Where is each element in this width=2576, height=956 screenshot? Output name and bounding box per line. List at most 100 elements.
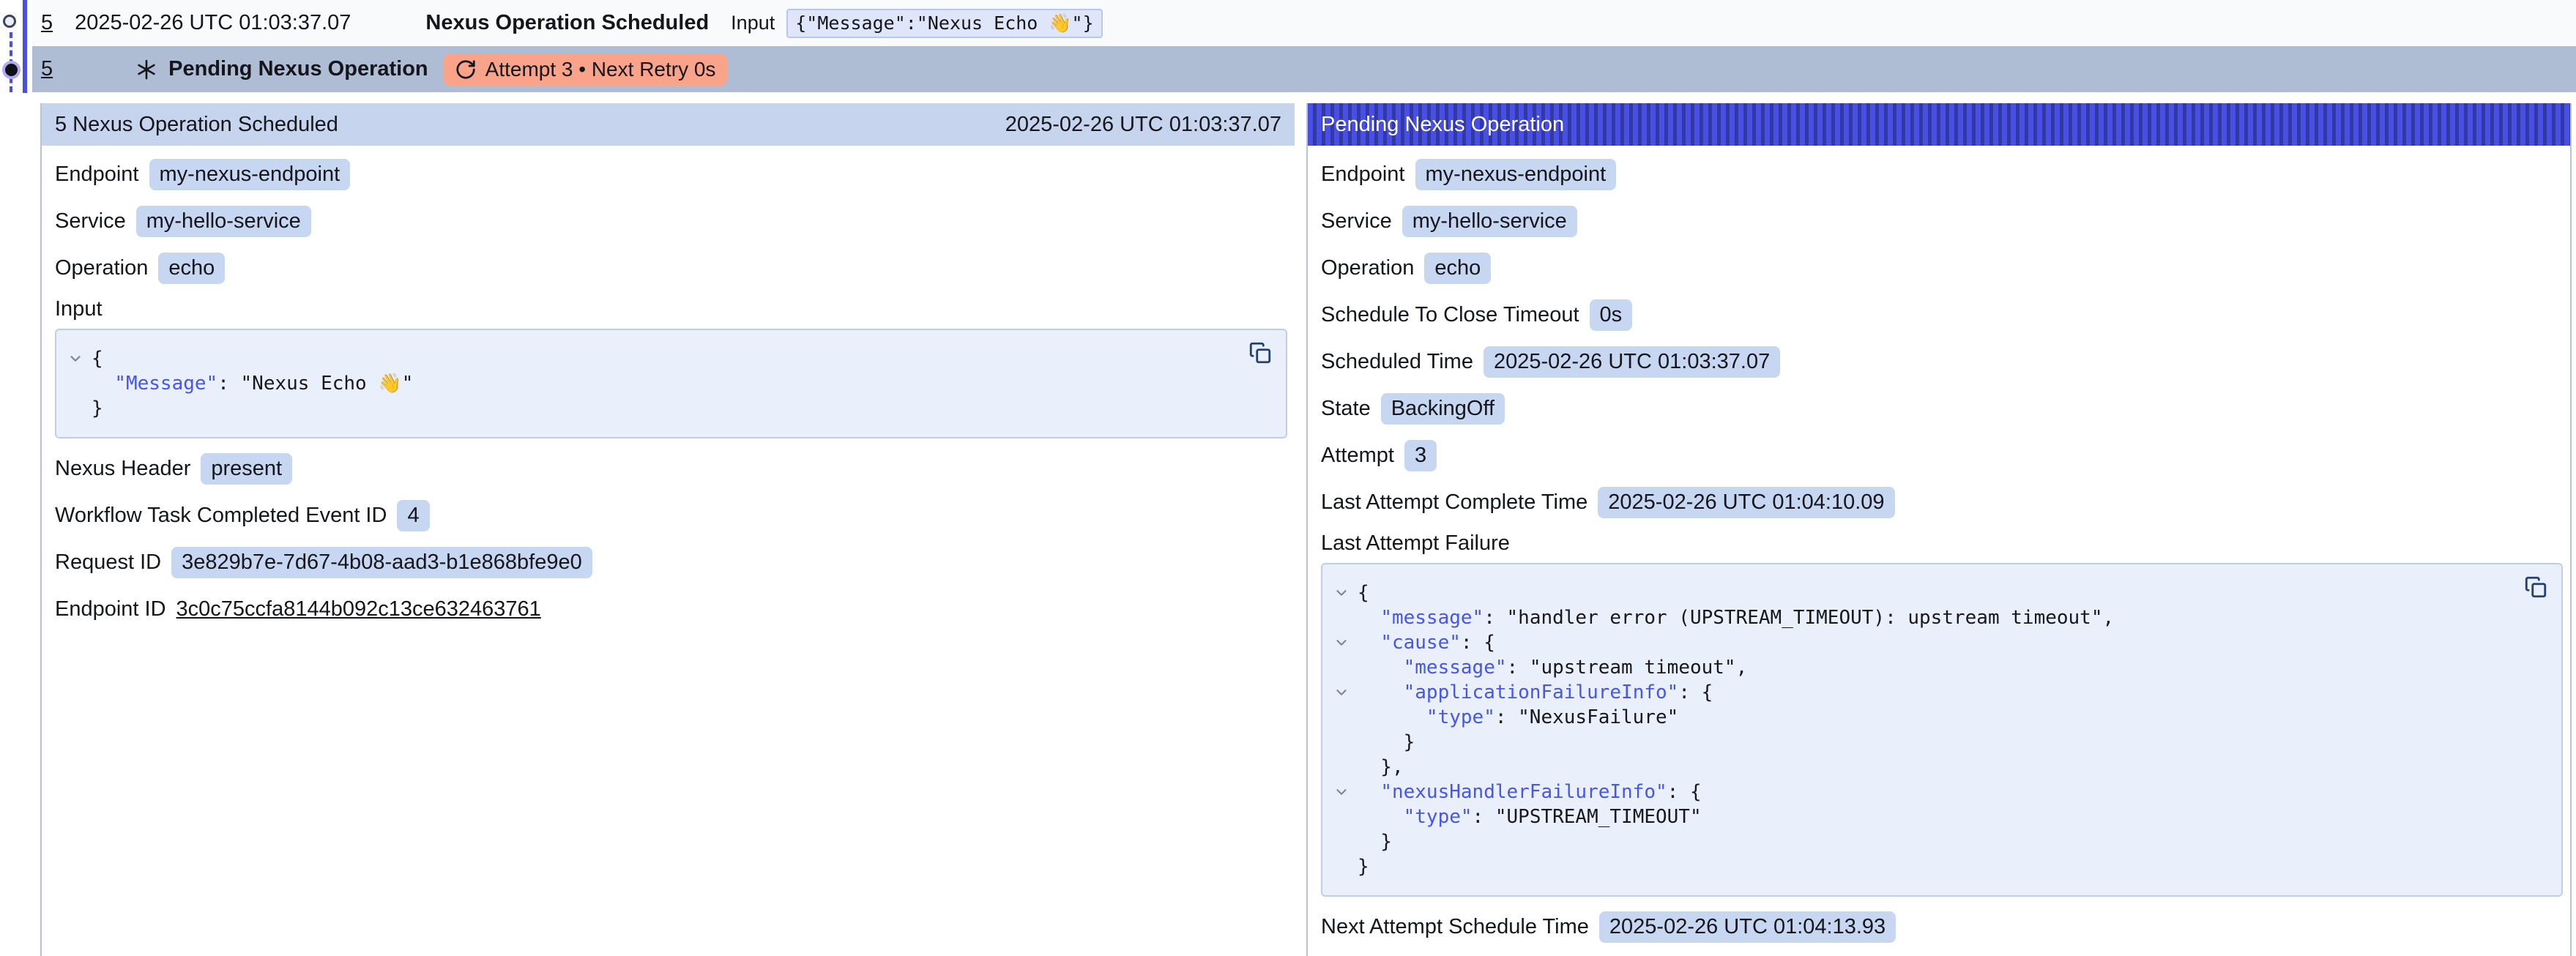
field-label: Service	[55, 209, 126, 234]
json-text: : {	[1667, 781, 1702, 803]
code-line: "Message": "Nexus Echo 👋"	[59, 371, 1235, 396]
json-text: }	[1358, 831, 1392, 853]
chevron-down-icon[interactable]	[1325, 680, 1358, 705]
code-line: "nexusHandlerFailureInfo": {	[1325, 780, 2510, 804]
field-state: State BackingOff	[1321, 392, 2563, 425]
chevron-down-icon[interactable]	[1325, 630, 1358, 655]
field-label: Nexus Header	[55, 457, 190, 481]
panel-nexus-operation-scheduled: 5 Nexus Operation Scheduled 2025-02-26 U…	[40, 103, 1295, 956]
json-text: : {	[1461, 632, 1495, 654]
code-line: }	[59, 396, 1235, 421]
retry-icon	[455, 59, 477, 81]
code-line: {	[59, 346, 1235, 371]
field-label: Operation	[1321, 256, 1414, 280]
field-nexus-header: Nexus Header present	[55, 452, 1287, 485]
event-row-pending[interactable]: 5 Pending Nexus Operation Attempt 3 • Ne…	[32, 46, 2576, 92]
gutter-spacer	[59, 371, 92, 396]
json-key: "cause"	[1380, 632, 1461, 654]
code-text: }	[1358, 829, 1392, 854]
field-label: Request ID	[55, 550, 161, 575]
code-text: {	[1358, 580, 1369, 605]
field-label: Last Attempt Complete Time	[1321, 490, 1587, 515]
timeline-active-bar	[23, 0, 27, 93]
field-value-badge: 4	[397, 500, 429, 531]
json-text: }	[92, 397, 103, 419]
copy-button[interactable]	[1248, 340, 1273, 365]
json-viewer: { "message": "handler error (UPSTREAM_TI…	[1321, 563, 2563, 897]
asterisk-icon	[135, 58, 158, 81]
code-line: "type": "NexusFailure"	[1325, 705, 2510, 730]
code-text: "message": "upstream timeout",	[1358, 655, 1747, 680]
field-label: Endpoint	[1321, 163, 1405, 187]
json-text: : "UPSTREAM_TIMEOUT"	[1473, 806, 1702, 828]
code-text: }	[1358, 730, 1415, 755]
code-text: {	[92, 346, 103, 371]
field-value-link[interactable]: 3c0c75ccfa8144b092c13ce632463761	[176, 597, 541, 621]
event-row-scheduled[interactable]: 5 2025-02-26 UTC 01:03:37.07 Nexus Opera…	[32, 0, 2576, 46]
copy-button[interactable]	[2523, 575, 2548, 600]
field-value-badge: my-hello-service	[136, 206, 311, 237]
json-key: "nexusHandlerFailureInfo"	[1380, 781, 1667, 803]
gutter-spacer	[1325, 655, 1358, 680]
event-id-link[interactable]: 5	[41, 11, 53, 35]
code-text: "message": "handler error (UPSTREAM_TIME…	[1358, 605, 2114, 630]
json-text: : "handler error (UPSTREAM_TIMEOUT): ups…	[1484, 607, 2114, 629]
code-text: "cause": {	[1358, 630, 1495, 655]
code-line: {	[1325, 580, 2510, 605]
panel-body: Endpointmy-nexus-endpoint Servicemy-hello…	[1308, 146, 2570, 944]
field-value-badge: BackingOff	[1381, 393, 1505, 425]
json-key: "applicationFailureInfo"	[1404, 681, 1679, 703]
code-line: }	[1325, 829, 2510, 854]
chevron-down-icon[interactable]	[1325, 580, 1358, 605]
code-text: "type": "NexusFailure"	[1358, 705, 1678, 730]
json-text: : "upstream timeout",	[1507, 657, 1748, 679]
code-text: }	[92, 396, 103, 421]
input-label: Input	[731, 12, 775, 34]
field-value-badge: my-hello-service	[1402, 206, 1577, 237]
field-request-id: Request ID 3e829b7e-7d67-4b08-aad3-b1e868…	[55, 545, 1287, 579]
field-value-badge: 2025-02-26 UTC 01:04:13.93	[1599, 911, 1896, 943]
field-service: Servicemy-hello-service	[1321, 204, 2563, 238]
code-line: }	[1325, 730, 2510, 755]
chevron-down-icon[interactable]	[1325, 780, 1358, 804]
code-text: "nexusHandlerFailureInfo": {	[1358, 780, 1702, 804]
field-endpoint: Endpointmy-nexus-endpoint	[1321, 157, 2563, 191]
json-key: "type"	[1404, 806, 1473, 828]
input-preview-chip: {"Message":"Nexus Echo 👋"}	[786, 9, 1102, 38]
field-endpoint-id: Endpoint ID3c0c75ccfa8144b092c13ce632463…	[55, 592, 1287, 626]
field-label: Endpoint	[55, 163, 139, 187]
panel-pending-nexus-operation: Pending Nexus Operation Endpointmy-nexus…	[1306, 103, 2572, 956]
json-text: : "Nexus Echo 👋"	[217, 373, 413, 395]
event-title: Nexus Operation Scheduled	[425, 11, 709, 35]
event-id-link[interactable]: 5	[41, 57, 53, 81]
code-line: "message": "handler error (UPSTREAM_TIME…	[1325, 605, 2510, 630]
field-label: Attempt	[1321, 444, 1394, 468]
code-text: "type": "UPSTREAM_TIMEOUT"	[1358, 804, 1702, 829]
json-text: },	[1358, 756, 1404, 778]
field-value-badge: my-nexus-endpoint	[149, 159, 351, 190]
code-line: "applicationFailureInfo": {	[1325, 680, 2510, 705]
field-value-badge: present	[201, 453, 292, 485]
field-label: Scheduled Time	[1321, 350, 1473, 374]
json-text	[1358, 681, 1404, 703]
panel-title: Pending Nexus Operation	[1321, 113, 1564, 137]
code-text: },	[1358, 755, 1404, 780]
field-value-badge: 3e829b7e-7d67-4b08-aad3-b1e868bfe9e0	[171, 547, 592, 578]
field-scheduled-time: Scheduled Time2025-02-26 UTC 01:03:37.07	[1321, 345, 2563, 378]
chevron-down-icon[interactable]	[59, 346, 92, 371]
event-title: Pending Nexus Operation	[168, 57, 428, 81]
code-line: },	[1325, 755, 2510, 780]
field-value-badge: 3	[1404, 440, 1437, 471]
field-endpoint: Endpoint my-nexus-endpoint	[55, 157, 1287, 191]
field-operation: Operationecho	[1321, 251, 2563, 285]
json-text	[1358, 632, 1380, 654]
field-label: State	[1321, 397, 1371, 421]
json-text: }	[1358, 856, 1369, 878]
code-line: }	[1325, 854, 2510, 879]
gutter-spacer	[1325, 705, 1358, 730]
json-text	[1358, 781, 1380, 803]
event-time: 2025-02-26 UTC 01:03:37.07	[75, 11, 351, 35]
field-value-badge: 0s	[1590, 299, 1633, 331]
gutter-spacer	[1325, 730, 1358, 755]
gutter-spacer	[1325, 829, 1358, 854]
